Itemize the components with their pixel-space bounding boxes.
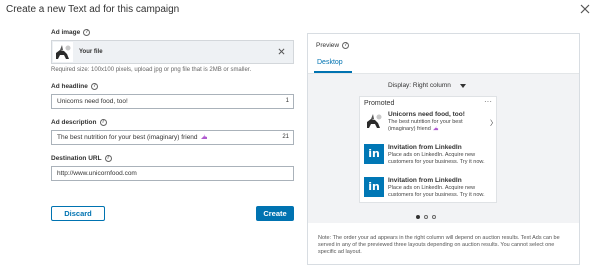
ad-form: Ad image ? Your file Required size: 100x… xyxy=(51,28,295,181)
close-icon[interactable] xyxy=(579,3,591,15)
linkedin-logo-icon: in xyxy=(364,177,384,197)
help-icon[interactable]: ? xyxy=(104,155,112,162)
help-icon[interactable]: ? xyxy=(99,119,107,126)
carousel-pagination xyxy=(416,215,436,219)
destination-url-input[interactable]: http://www.unicornfood.com xyxy=(51,166,294,181)
unicorn-emoji-icon xyxy=(433,125,439,130)
unicorn-thumbnail xyxy=(53,42,73,62)
ad-image-label: Ad image ? xyxy=(51,29,91,36)
discard-button[interactable]: Discard xyxy=(51,206,105,221)
modal-title: Create a new Text ad for this campaign xyxy=(6,4,180,15)
url-label: Destination URL ? xyxy=(51,155,112,162)
image-file-name: Your file xyxy=(79,49,103,55)
help-icon[interactable]: ? xyxy=(90,83,98,90)
remove-image-icon[interactable] xyxy=(278,48,285,55)
preview-title: Preview ? xyxy=(316,42,350,49)
promoted-label: Promoted xyxy=(364,100,395,107)
page-dot-3[interactable] xyxy=(432,215,436,219)
ad-headline: Invitation from LinkedIn xyxy=(388,177,462,184)
ad-body: The best nutrition for your best (imagin… xyxy=(388,119,463,132)
caret-down-icon[interactable] xyxy=(460,84,466,88)
ad-body: Place ads on LinkedIn. Acquire new custo… xyxy=(388,185,485,198)
modal-header: Create a new Text ad for this campaign xyxy=(0,0,600,22)
chevron-right-icon[interactable]: 〉 xyxy=(490,118,497,128)
preview-area: Display: Right column Promoted ··· Unico… xyxy=(308,74,579,223)
ad-headline: Invitation from LinkedIn xyxy=(388,144,462,151)
ad-headline: Unicorns need food, too! xyxy=(388,111,465,118)
page-dot-2[interactable] xyxy=(424,215,428,219)
page-dot-1[interactable] xyxy=(416,215,420,219)
help-icon[interactable]: ? xyxy=(342,42,350,49)
unicorn-emoji-icon xyxy=(201,134,208,139)
ad-preview-card: Promoted ··· Unicorns need food, too! Th… xyxy=(359,96,497,203)
tab-desktop[interactable]: Desktop xyxy=(314,59,346,69)
description-input[interactable]: The best nutrition for your best (imagin… xyxy=(51,130,294,145)
unicorn-thumbnail xyxy=(364,111,384,131)
ad-body: Place ads on LinkedIn. Acquire new custo… xyxy=(388,152,485,165)
headline-char-count: 1 xyxy=(285,98,289,104)
create-button[interactable]: Create xyxy=(256,206,294,221)
description-char-count: 21 xyxy=(282,134,289,140)
unicorn-image xyxy=(364,111,384,131)
headline-input[interactable]: Unicorns need food, too! 1 xyxy=(51,94,294,109)
unicorn-image xyxy=(53,42,73,62)
preview-panel: Preview ? Desktop Display: Right column … xyxy=(307,33,580,265)
help-icon[interactable]: ? xyxy=(83,29,91,36)
linkedin-logo-icon: in xyxy=(364,144,384,164)
more-options-icon[interactable]: ··· xyxy=(484,97,492,106)
auction-note: Note: The order your ad appears in the r… xyxy=(318,235,560,255)
description-label: Ad description ? xyxy=(51,119,107,126)
headline-label: Ad headline ? xyxy=(51,83,98,90)
display-dropdown[interactable]: Display: Right column xyxy=(388,82,451,89)
image-upload-box[interactable]: Your file xyxy=(51,40,294,64)
